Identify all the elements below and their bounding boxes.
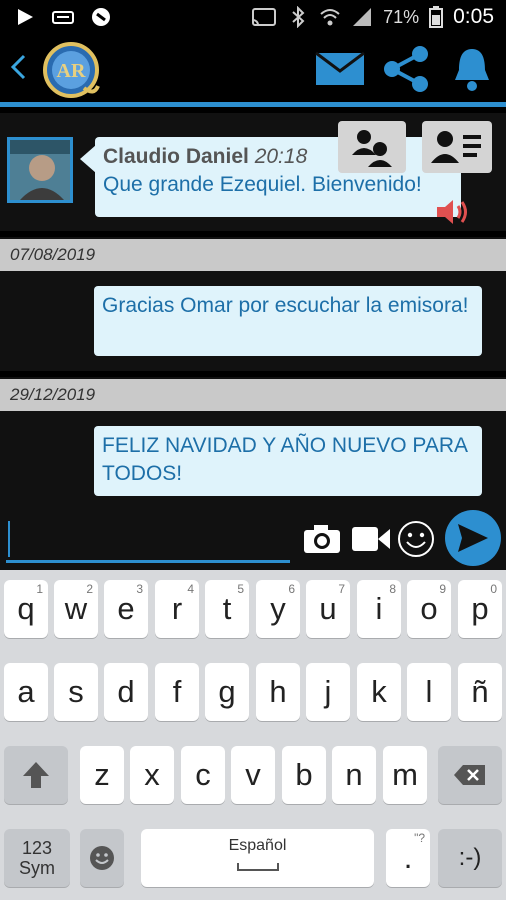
mail-button[interactable] (312, 44, 368, 94)
bluetooth-icon (292, 6, 305, 28)
mail-icon (315, 51, 365, 85)
app-screen: 71% 0:05 AR Claudio Daniel 20:18 Que gra… (0, 0, 506, 900)
key-g[interactable]: g (205, 663, 249, 721)
emoji-key[interactable] (80, 829, 124, 887)
clock: 0:05 (453, 5, 494, 28)
group-icon (352, 130, 392, 167)
message-input[interactable] (6, 515, 290, 563)
key-s[interactable]: s (54, 663, 98, 721)
notifications-button[interactable] (444, 44, 500, 94)
logo-text: AR (57, 60, 86, 82)
symbols-key[interactable]: 123 Sym (4, 829, 70, 887)
smiley-icon (398, 521, 434, 557)
key-e[interactable]: e3 (104, 580, 148, 638)
emoji-face-icon (90, 846, 114, 870)
key-t[interactable]: t5 (205, 580, 249, 638)
key-k[interactable]: k (357, 663, 401, 721)
key-l[interactable]: l (407, 663, 451, 721)
video-camera-icon (352, 527, 390, 551)
period-key[interactable]: . "? (386, 829, 430, 887)
message-bubble[interactable]: FELIZ NAVIDAD Y AÑO NUEVO PARA TODOS! (94, 426, 482, 496)
message-text: Gracias Omar por escuchar la emisora! (102, 294, 469, 317)
key-i[interactable]: i8 (357, 580, 401, 638)
space-bar-icon (237, 863, 279, 871)
key-h[interactable]: h (256, 663, 300, 721)
app-bar: AR (0, 36, 506, 102)
send-icon (458, 524, 488, 552)
battery-percent: 71% (383, 6, 420, 27)
backspace-icon (454, 765, 485, 785)
back-chevron-icon[interactable] (8, 50, 28, 90)
key-f[interactable]: f (155, 663, 199, 721)
soft-keyboard: q1 w2 e3 r4 t5 y6 u7 i8 o9 p0 a s d f g … (0, 570, 506, 900)
send-button[interactable] (445, 510, 501, 566)
keyboard-icon (52, 11, 74, 24)
key-r[interactable]: r4 (155, 580, 199, 638)
audio-speaker-icon[interactable] (435, 197, 471, 227)
sync-icon (92, 8, 110, 26)
key-x[interactable]: x (130, 746, 174, 804)
camera-button[interactable] (302, 519, 342, 559)
group-chip[interactable] (338, 121, 406, 173)
bell-icon (455, 49, 489, 91)
divider (0, 371, 506, 377)
key-v[interactable]: v (231, 746, 275, 804)
video-button[interactable] (350, 519, 392, 559)
key-n-tilde[interactable]: ñ (458, 663, 502, 721)
date-separator: 07/08/2019 (0, 239, 506, 271)
space-key[interactable]: Español (141, 829, 374, 887)
app-logo: AR (40, 40, 102, 100)
key-n[interactable]: n (332, 746, 376, 804)
shift-key[interactable] (4, 746, 68, 804)
message-bubble[interactable]: Gracias Omar por escuchar la emisora! (94, 286, 482, 356)
key-c[interactable]: c (181, 746, 225, 804)
message-text: FELIZ NAVIDAD Y AÑO NUEVO PARA TODOS! (102, 434, 467, 485)
bubble-tail (80, 145, 96, 173)
signal-icon (353, 8, 372, 26)
key-m[interactable]: m (383, 746, 427, 804)
camera-icon (304, 525, 340, 553)
key-z[interactable]: z (80, 746, 124, 804)
cast-icon (252, 8, 277, 26)
key-q[interactable]: q1 (4, 580, 48, 638)
key-w[interactable]: w2 (54, 580, 98, 638)
text-caret (8, 521, 10, 557)
key-j[interactable]: j (306, 663, 350, 721)
backspace-key[interactable] (438, 746, 502, 804)
emoji-button[interactable] (396, 519, 436, 559)
share-button[interactable] (378, 44, 434, 94)
divider (0, 231, 506, 237)
emoticon-key[interactable]: :-) (438, 829, 502, 887)
date-separator: 29/12/2019 (0, 379, 506, 411)
key-d[interactable]: d (104, 663, 148, 721)
share-icon (384, 46, 428, 92)
key-o[interactable]: o9 (407, 580, 451, 638)
message-bubble[interactable]: Claudio Daniel 20:18 Que grande Ezequiel… (95, 137, 461, 217)
battery-icon (429, 6, 444, 28)
avatar[interactable] (7, 137, 73, 203)
composer (0, 507, 506, 570)
shift-arrow-icon (23, 762, 49, 788)
key-a[interactable]: a (4, 663, 48, 721)
key-b[interactable]: b (282, 746, 326, 804)
contact-card-chip[interactable] (422, 121, 492, 173)
play-icon (18, 9, 33, 25)
key-u[interactable]: u7 (306, 580, 350, 638)
status-bar: 71% 0:05 (0, 0, 506, 36)
contact-card-icon (431, 131, 481, 163)
divider (0, 107, 506, 113)
message-text: Que grande Ezequiel. Bienvenido! (103, 173, 422, 196)
chat-area: Claudio Daniel 20:18 Que grande Ezequiel… (0, 107, 506, 507)
key-p[interactable]: p0 (458, 580, 502, 638)
sender-name: Claudio Daniel (103, 145, 249, 168)
wifi-icon (320, 9, 340, 26)
key-y[interactable]: y6 (256, 580, 300, 638)
message-time: 20:18 (254, 145, 308, 168)
